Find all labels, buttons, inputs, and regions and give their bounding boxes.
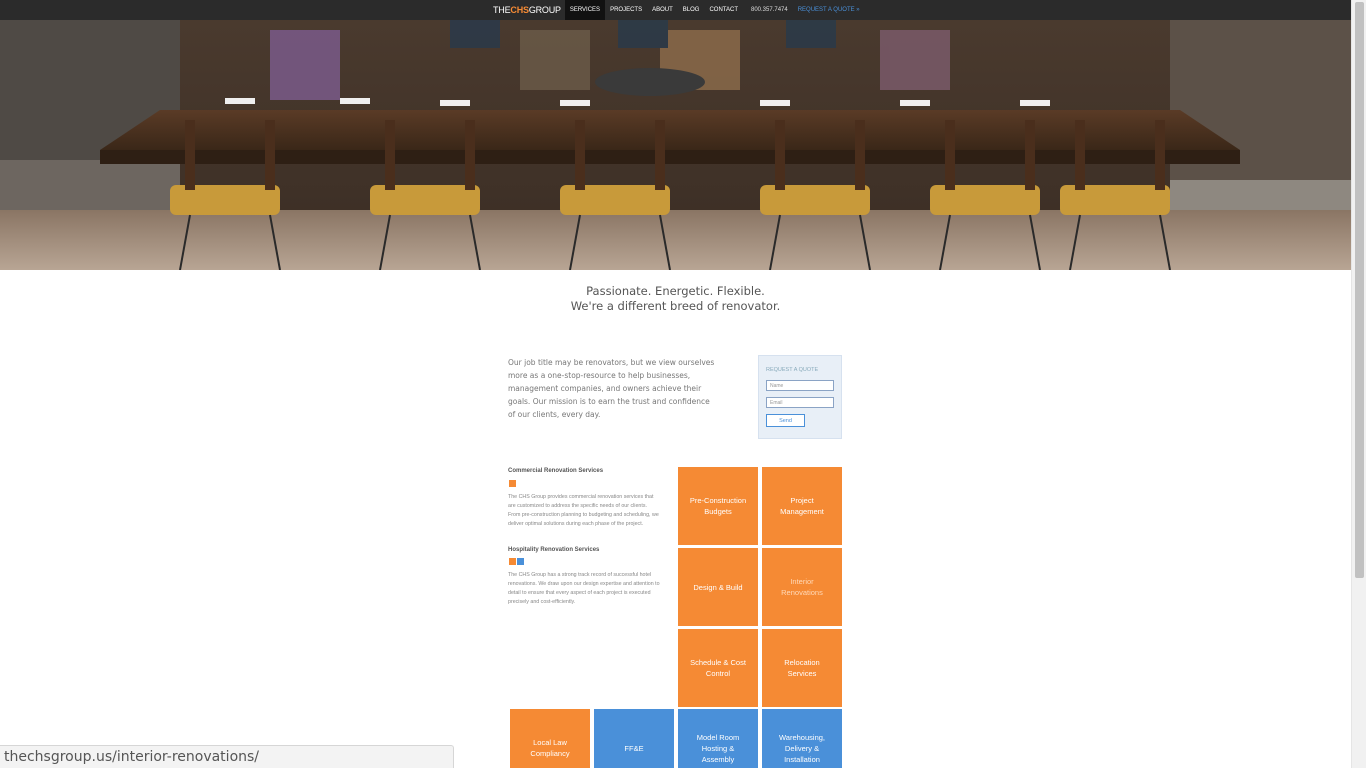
- tagline: Passionate. Energetic. Flexible. We're a…: [0, 284, 1351, 314]
- orange-square-icon: [509, 558, 516, 565]
- page: THECHSGROUP SERVICES PROJECTS ABOUT BLOG…: [0, 0, 1366, 768]
- tile-schedule-cost-control[interactable]: Schedule & Cost Control: [678, 629, 758, 707]
- blue-square-icon: [517, 558, 524, 565]
- hospitality-services-heading[interactable]: Hospitality Renovation Services: [508, 547, 599, 553]
- tile-warehousing-delivery[interactable]: Warehousing, Delivery & Installation: [762, 709, 842, 768]
- browser-status-url: thechsgroup.us/interior-renovations/: [0, 745, 454, 768]
- phone-number[interactable]: 800.357.7474: [751, 0, 788, 20]
- tile-relocation-services[interactable]: Relocation Services: [762, 629, 842, 707]
- tile-pre-construction-budgets[interactable]: Pre-Construction Budgets: [678, 467, 758, 545]
- hospitality-services-description: The CHS Group has a strong track record …: [508, 572, 660, 605]
- email-field[interactable]: [766, 397, 834, 408]
- hero-image: [0, 20, 1351, 270]
- top-navigation: THECHSGROUP SERVICES PROJECTS ABOUT BLOG…: [0, 0, 1351, 20]
- commercial-services-description: The CHS Group provides commercial renova…: [508, 494, 659, 527]
- nav-link-blog[interactable]: BLOG: [678, 0, 705, 20]
- tile-local-law-compliancy[interactable]: Local Law Compliancy: [510, 709, 590, 768]
- send-button[interactable]: Send: [766, 414, 805, 427]
- tile-design-build[interactable]: Design & Build: [678, 548, 758, 626]
- name-field[interactable]: [766, 380, 834, 391]
- page-scrollbar[interactable]: [1351, 0, 1366, 768]
- tile-interior-renovations[interactable]: Interior Renovations: [762, 548, 842, 626]
- tagline-line-2: We're a different breed of renovator.: [570, 299, 781, 313]
- request-quote-link[interactable]: REQUEST A QUOTE »: [798, 0, 860, 20]
- site-logo[interactable]: THECHSGROUP: [493, 5, 561, 15]
- commercial-services-heading[interactable]: Commercial Renovation Services: [508, 468, 603, 474]
- quote-form-title: REQUEST A QUOTE: [766, 367, 819, 373]
- nav-link-projects[interactable]: PROJECTS: [605, 0, 647, 20]
- tile-project-management[interactable]: Project Management: [762, 467, 842, 545]
- orange-square-icon: [509, 480, 516, 487]
- nav-link-contact[interactable]: CONTACT: [704, 0, 743, 20]
- nav-link-about[interactable]: ABOUT: [647, 0, 678, 20]
- tile-ffe[interactable]: FF&E: [594, 709, 674, 768]
- tagline-line-1: Passionate. Energetic. Flexible.: [586, 284, 765, 298]
- nav-link-services[interactable]: SERVICES: [564, 0, 606, 20]
- request-quote-form: REQUEST A QUOTE Send: [758, 355, 842, 439]
- tile-model-room-hosting[interactable]: Model Room Hosting & Assembly: [678, 709, 758, 768]
- intro-paragraph: Our job title may be renovators, but we …: [508, 358, 715, 419]
- scrollbar-thumb[interactable]: [1355, 2, 1364, 578]
